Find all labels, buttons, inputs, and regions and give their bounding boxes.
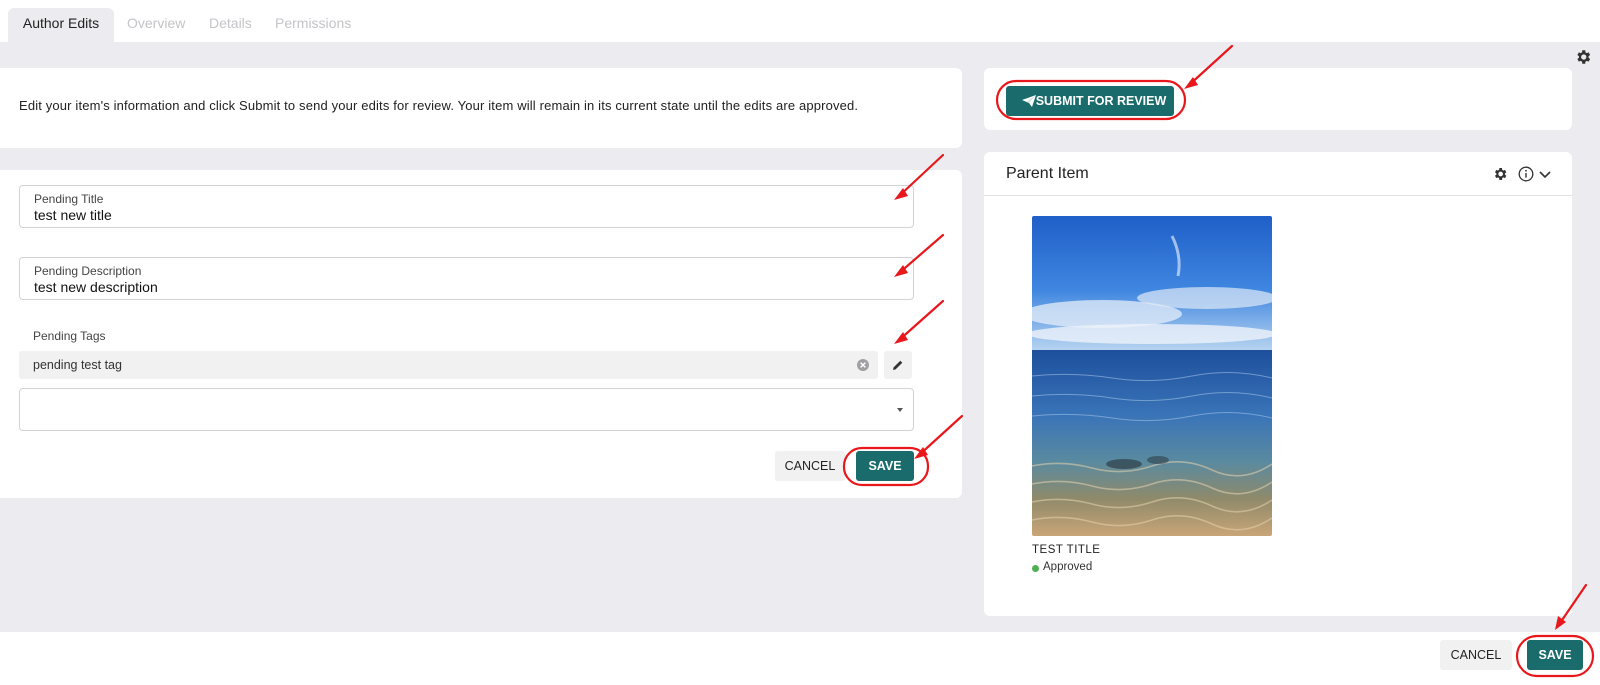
tab-author-edits[interactable]: Author Edits xyxy=(8,8,114,42)
tag-text: pending test tag xyxy=(33,358,122,372)
submit-for-review-button[interactable]: SUBMIT FOR REVIEW xyxy=(1006,86,1174,116)
pending-title-field[interactable]: Pending Title test new title xyxy=(19,185,914,228)
parent-item-name: TEST TITLE xyxy=(1032,544,1101,556)
form-cancel-button[interactable]: CANCEL xyxy=(775,451,845,481)
status-text: Approved xyxy=(1043,561,1093,573)
footer-bar: CANCEL SAVE xyxy=(0,632,1600,685)
tab-overview[interactable]: Overview xyxy=(127,8,185,42)
info-icon[interactable] xyxy=(1518,166,1534,187)
tag-chip: pending test tag xyxy=(19,351,878,379)
footer-cancel-button[interactable]: CANCEL xyxy=(1440,640,1512,670)
pending-title-value: test new title xyxy=(34,207,112,223)
parent-item-title: Parent Item xyxy=(1006,165,1089,182)
submit-for-review-label: SUBMIT FOR REVIEW xyxy=(1035,94,1167,108)
tab-permissions[interactable]: Permissions xyxy=(275,8,351,42)
edit-tags-button[interactable] xyxy=(884,351,912,379)
parent-item-thumbnail[interactable] xyxy=(1032,216,1272,536)
pencil-icon xyxy=(893,360,903,370)
dropdown-caret-icon xyxy=(897,408,903,412)
pending-description-label: Pending Description xyxy=(34,264,142,278)
gear-icon[interactable] xyxy=(1492,166,1508,187)
status-dot-icon xyxy=(1032,565,1039,572)
paper-plane-icon xyxy=(1022,95,1036,107)
author-edits-form: Pending Title test new title Pending Des… xyxy=(0,170,962,498)
tab-details[interactable]: Details xyxy=(209,8,252,42)
intro-text: Edit your item's information and click S… xyxy=(19,98,859,113)
intro-card: Edit your item's information and click S… xyxy=(0,68,962,148)
pending-tags-label: Pending Tags xyxy=(33,329,106,343)
form-save-button[interactable]: SAVE xyxy=(856,451,914,481)
remove-tag-icon[interactable] xyxy=(856,358,870,372)
pending-description-field[interactable]: Pending Description test new description xyxy=(19,257,914,300)
footer-save-button[interactable]: SAVE xyxy=(1527,640,1583,670)
pending-description-value: test new description xyxy=(34,279,158,295)
tab-bar: Author Edits Overview Details Permission… xyxy=(0,0,1600,42)
parent-item-header: Parent Item xyxy=(984,152,1572,196)
page-settings-gear-icon[interactable] xyxy=(1574,48,1592,66)
parent-item-card: Parent Item TEST TITLE Approved xyxy=(984,152,1572,616)
submit-card: SUBMIT FOR REVIEW xyxy=(984,68,1572,130)
pending-title-label: Pending Title xyxy=(34,192,104,206)
tag-select-input[interactable] xyxy=(19,388,914,431)
chevron-down-icon[interactable] xyxy=(1538,166,1552,187)
